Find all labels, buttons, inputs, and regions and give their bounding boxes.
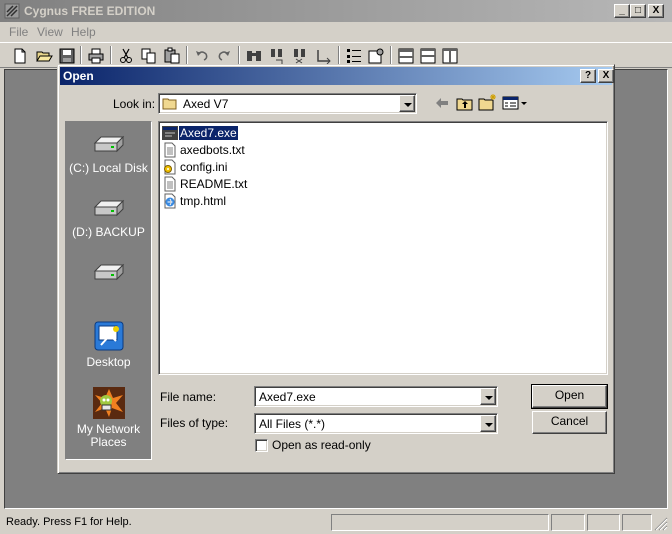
look-in-value: Axed V7 xyxy=(183,97,229,111)
cancel-button[interactable]: Cancel xyxy=(532,411,607,434)
copy-icon[interactable] xyxy=(139,46,159,66)
file-type-dropdown-button[interactable] xyxy=(480,415,496,432)
minimize-button[interactable]: _ xyxy=(614,4,630,18)
app-title: Cygnus FREE EDITION xyxy=(24,4,156,18)
text-file-icon xyxy=(164,176,176,192)
print-icon[interactable] xyxy=(86,46,106,66)
dialog-title-bar[interactable]: Open ? X xyxy=(60,67,614,85)
new-file-icon[interactable] xyxy=(10,46,30,66)
hard-drive-icon xyxy=(93,263,124,281)
status-panel xyxy=(331,514,549,531)
menu-view[interactable]: View xyxy=(37,25,63,39)
chevron-down-icon xyxy=(404,103,412,107)
desktop-icon xyxy=(94,321,123,351)
maximize-button[interactable]: □ xyxy=(630,4,646,18)
dialog-close-button[interactable]: X xyxy=(598,69,614,83)
toolbar-separator xyxy=(338,46,340,66)
open-button[interactable]: Open xyxy=(531,384,608,409)
file-name-label: File name: xyxy=(160,390,217,404)
look-in-label: Look in: xyxy=(113,97,156,111)
bullet-list-icon[interactable] xyxy=(344,46,364,66)
readonly-label[interactable]: Open as read-only xyxy=(272,438,371,452)
place-label: (C:) Local Disk xyxy=(69,161,148,175)
file-name: tmp.html xyxy=(180,194,227,208)
main-title-bar[interactable]: Cygnus FREE EDITION _ □ X xyxy=(0,0,672,22)
undo-icon[interactable] xyxy=(192,46,212,66)
readonly-checkbox[interactable] xyxy=(255,439,268,452)
file-name: config.ini xyxy=(180,160,228,174)
save-icon[interactable] xyxy=(57,46,77,66)
window-columns-icon[interactable] xyxy=(440,46,460,66)
toolbar-separator xyxy=(80,46,82,66)
dialog-title: Open xyxy=(63,69,94,83)
chevron-down-icon xyxy=(485,396,493,400)
window-split-icon[interactable] xyxy=(418,46,438,66)
ini-file-icon xyxy=(164,159,176,175)
menu-bar: File View Help xyxy=(0,22,672,42)
folder-icon xyxy=(162,98,177,110)
place-label: Desktop xyxy=(86,355,131,369)
file-name-dropdown-button[interactable] xyxy=(480,388,496,405)
place-network[interactable]: My Network Places xyxy=(66,386,151,449)
file-type-combo[interactable]: All Files (*.*) xyxy=(254,413,498,434)
place-backup-d[interactable]: (D:) BACKUP xyxy=(66,197,151,247)
redo-icon[interactable] xyxy=(214,46,234,66)
toolbar-separator xyxy=(238,46,240,66)
hard-drive-icon xyxy=(93,199,124,217)
open-folder-icon[interactable] xyxy=(34,46,54,66)
chevron-down-icon xyxy=(485,423,493,427)
paste-icon[interactable] xyxy=(162,46,182,66)
up-folder-icon[interactable] xyxy=(456,95,474,111)
file-name-combo[interactable]: Axed7.exe xyxy=(254,386,498,407)
properties-icon[interactable] xyxy=(366,46,386,66)
file-type-value: All Files (*.*) xyxy=(259,417,326,431)
new-folder-icon[interactable] xyxy=(478,93,498,111)
view-menu-icon[interactable] xyxy=(502,96,528,110)
close-button[interactable]: X xyxy=(648,4,664,18)
place-drive[interactable] xyxy=(66,261,151,291)
menu-file[interactable]: File xyxy=(9,25,28,39)
look-in-combo[interactable]: Axed V7 xyxy=(158,93,417,114)
toolbar-separator xyxy=(186,46,188,66)
look-in-dropdown-button[interactable] xyxy=(399,95,415,112)
replace-icon[interactable] xyxy=(291,46,311,66)
status-panel xyxy=(587,514,620,531)
toolbar-separator xyxy=(110,46,112,66)
hard-drive-icon xyxy=(93,135,124,153)
file-list[interactable]: Axed7.exe axedbots.txt config.ini README… xyxy=(158,121,608,375)
app-logo-icon xyxy=(4,3,20,19)
place-label: (D:) BACKUP xyxy=(72,225,145,239)
html-file-icon xyxy=(164,193,176,209)
help-button[interactable]: ? xyxy=(580,69,596,83)
file-name: README.txt xyxy=(180,177,248,191)
window-top-icon[interactable] xyxy=(396,46,416,66)
status-panel xyxy=(622,514,652,531)
place-desktop[interactable]: Desktop xyxy=(66,319,151,371)
toolbar-separator xyxy=(390,46,392,66)
goto-line-icon[interactable] xyxy=(314,46,334,66)
status-panel xyxy=(551,514,585,531)
network-places-icon xyxy=(92,387,125,419)
place-local-disk-c[interactable]: (C:) Local Disk xyxy=(66,133,151,183)
find-icon[interactable] xyxy=(244,46,264,66)
menu-help[interactable]: Help xyxy=(71,25,96,39)
status-bar: Ready. Press F1 for Help. xyxy=(0,511,672,534)
find-replace-icon[interactable] xyxy=(268,46,288,66)
places-bar: (C:) Local Disk (D:) BACKUP Desktop My N… xyxy=(65,121,152,460)
status-text: Ready. Press F1 for Help. xyxy=(6,516,132,528)
text-file-icon xyxy=(164,142,176,158)
file-name: Axed7.exe xyxy=(178,125,239,141)
cut-icon[interactable] xyxy=(116,46,136,66)
exe-icon xyxy=(162,126,178,140)
file-type-label: Files of type: xyxy=(160,416,229,430)
back-arrow-icon[interactable] xyxy=(434,95,450,111)
place-label: My Network Places xyxy=(76,422,141,449)
resize-grip-icon[interactable] xyxy=(654,517,668,531)
file-name-value: Axed7.exe xyxy=(259,390,316,404)
file-name: axedbots.txt xyxy=(180,143,245,157)
